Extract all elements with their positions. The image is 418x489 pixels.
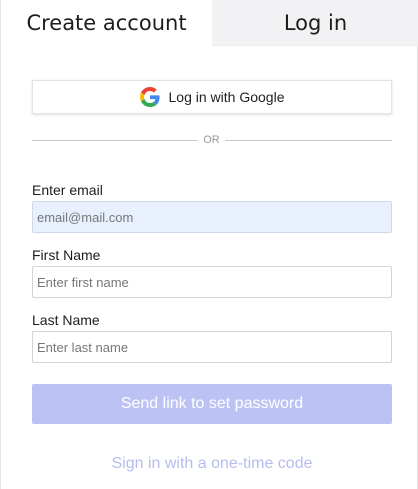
last-name-field[interactable] [32,331,392,363]
google-icon [139,87,160,107]
divider-line-right [225,140,392,141]
or-divider: OR [32,132,392,148]
google-login-label: Log in with Google [168,89,285,105]
or-text: OR [203,134,220,146]
send-link-button[interactable]: Send link to set password [32,384,392,424]
auth-tabs: Create account Log in [1,0,418,46]
tab-create-account[interactable]: Create account [1,0,212,46]
last-name-label: Last Name [32,312,100,328]
google-login-button[interactable]: Log in with Google [32,80,392,114]
signup-panel: Create account Log in Log in with Google… [0,0,418,489]
email-label: Enter email [32,182,103,198]
first-name-label: First Name [32,247,101,263]
divider-line-left [32,140,198,141]
email-field[interactable] [32,201,392,233]
one-time-code-link[interactable]: Sign in with a one-time code [32,455,392,473]
tab-log-in[interactable]: Log in [212,0,418,46]
first-name-field[interactable] [32,266,392,298]
